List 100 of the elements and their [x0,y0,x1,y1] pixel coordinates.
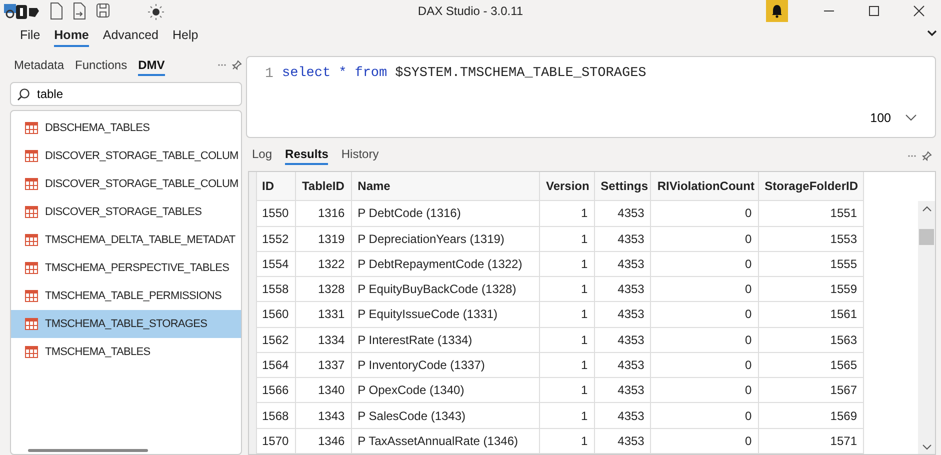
table-cell: 4353 [594,428,651,454]
query-token[interactable]: $SYSTEM.TMSCHEMA_TABLE_STORAGES [395,66,646,81]
table-cell: 1322 [295,251,352,277]
table-cell: 1 [539,226,594,252]
search-field[interactable]: table [10,82,242,106]
column-header[interactable]: StorageFolderID [758,172,864,201]
dmv-list-item[interactable]: TMSCHEMA_TABLE_PERMISSIONS [11,282,241,310]
table-icon [25,150,38,162]
pin-icon[interactable] [232,60,242,70]
new-file-icon[interactable] [49,2,63,20]
column-header[interactable]: Settings [594,172,651,201]
scroll-down-icon[interactable] [922,444,932,450]
pin-icon[interactable] [922,151,932,161]
table-icon [25,178,38,190]
column-header[interactable]: TableID [295,172,352,201]
theme-icon[interactable] [147,2,165,20]
table-cell: 4353 [594,276,651,302]
table-cell: 1331 [295,302,352,328]
close-icon [912,5,924,17]
table-cell: 1334 [295,327,352,352]
table-cell: 0 [650,251,758,277]
line-number: 1 [265,66,274,82]
table-icon [25,318,38,330]
table-cell: 0 [650,327,758,352]
table-cell: 1 [539,327,594,352]
table-cell: 1568 [256,402,296,428]
dmv-list-item[interactable]: TMSCHEMA_TABLES [11,338,241,366]
table-cell: 1554 [256,251,296,277]
query-token[interactable]: * [338,66,347,81]
scrollbar-thumb[interactable] [919,229,934,245]
chevron-down-icon [905,114,917,122]
table-cell: 1555 [758,251,864,277]
table-cell: 0 [650,200,758,226]
more-options-icon[interactable] [908,154,916,158]
sidebar-tab[interactable]: Functions [75,56,128,76]
query-token[interactable]: from [354,66,388,81]
table-cell: P InventoryCode (1337) [351,352,540,378]
scroll-up-icon[interactable] [922,206,932,212]
menu-tab[interactable]: File [20,25,40,47]
menu-tab[interactable]: Home [54,25,89,47]
dmv-list-item[interactable]: TMSCHEMA_DELTA_TABLE_METADAT [11,226,241,254]
table-cell: 1552 [256,226,296,252]
sidebar-tab[interactable]: Metadata [14,56,64,76]
app-logo-icon [3,2,41,20]
table-cell: 1 [539,251,594,277]
table-cell: 1559 [758,276,864,302]
column-header[interactable]: Name [351,172,540,201]
notification-button[interactable] [766,0,788,22]
table-cell: 4353 [594,226,651,252]
table-cell: 1567 [758,378,864,403]
table-cell: 1566 [256,378,296,403]
table-cell: 4353 [594,378,651,403]
column-header[interactable]: RIViolationCount [650,172,758,201]
table-icon [25,290,38,302]
dmv-list-item[interactable]: DISCOVER_STORAGE_TABLES [11,198,241,226]
table-cell: 1346 [295,428,352,454]
table-cell: 4353 [594,200,651,226]
table-icon [25,262,38,274]
more-options-icon[interactable] [218,63,226,67]
table-cell: 1340 [295,378,352,403]
table-cell: P EquityBuyBackCode (1328) [351,276,540,302]
table-cell: 1571 [758,428,864,454]
query-token[interactable]: select [282,66,331,81]
menu-tab[interactable]: Advanced [102,25,158,47]
table-cell: 0 [650,428,758,454]
row-limit-dropdown[interactable]: 100 [870,111,917,125]
results-tab[interactable]: Log [252,145,272,165]
table-cell: 4353 [594,327,651,352]
column-header[interactable]: Version [539,172,594,201]
sidebar-tab[interactable]: DMV [138,56,165,76]
dmv-list-item[interactable]: DISCOVER_STORAGE_TABLE_COLUM [11,142,241,170]
table-cell: 1 [539,302,594,328]
dmv-list-item[interactable]: TMSCHEMA_TABLE_STORAGES [11,310,241,338]
collapse-ribbon-icon[interactable] [927,29,937,37]
dmv-list-item[interactable]: TMSCHEMA_PERSPECTIVE_TABLES [11,254,241,282]
table-cell: 1550 [256,200,296,226]
table-cell: 1 [539,276,594,302]
table-icon [25,346,38,358]
dmv-list-item[interactable]: DBSCHEMA_TABLES [11,114,241,142]
table-cell: 1 [539,200,594,226]
table-cell: 1565 [758,352,864,378]
table-cell: 1343 [295,402,352,428]
table-cell: 4353 [594,352,651,378]
window-title: DAX Studio - 3.0.11 [418,4,524,18]
menu-tab[interactable]: Help [172,25,198,47]
table-cell: P DepreciationYears (1319) [351,226,540,252]
dmv-list-item[interactable]: DISCOVER_STORAGE_TABLE_COLUM [11,170,241,198]
table-cell: 4353 [594,402,651,428]
column-header[interactable]: ID [256,172,296,201]
table-cell: 1564 [256,352,296,378]
table-cell: P DebtRepaymentCode (1322) [351,251,540,277]
table-cell: 1 [539,402,594,428]
save-icon[interactable] [95,2,111,20]
results-tab[interactable]: Results [285,145,328,165]
table-cell: 1570 [256,428,296,454]
table-cell: P EquityIssueCode (1331) [351,302,540,328]
results-tab[interactable]: History [341,145,379,165]
table-cell: 1319 [295,226,352,252]
open-file-icon[interactable] [71,2,87,20]
table-icon [25,206,38,218]
